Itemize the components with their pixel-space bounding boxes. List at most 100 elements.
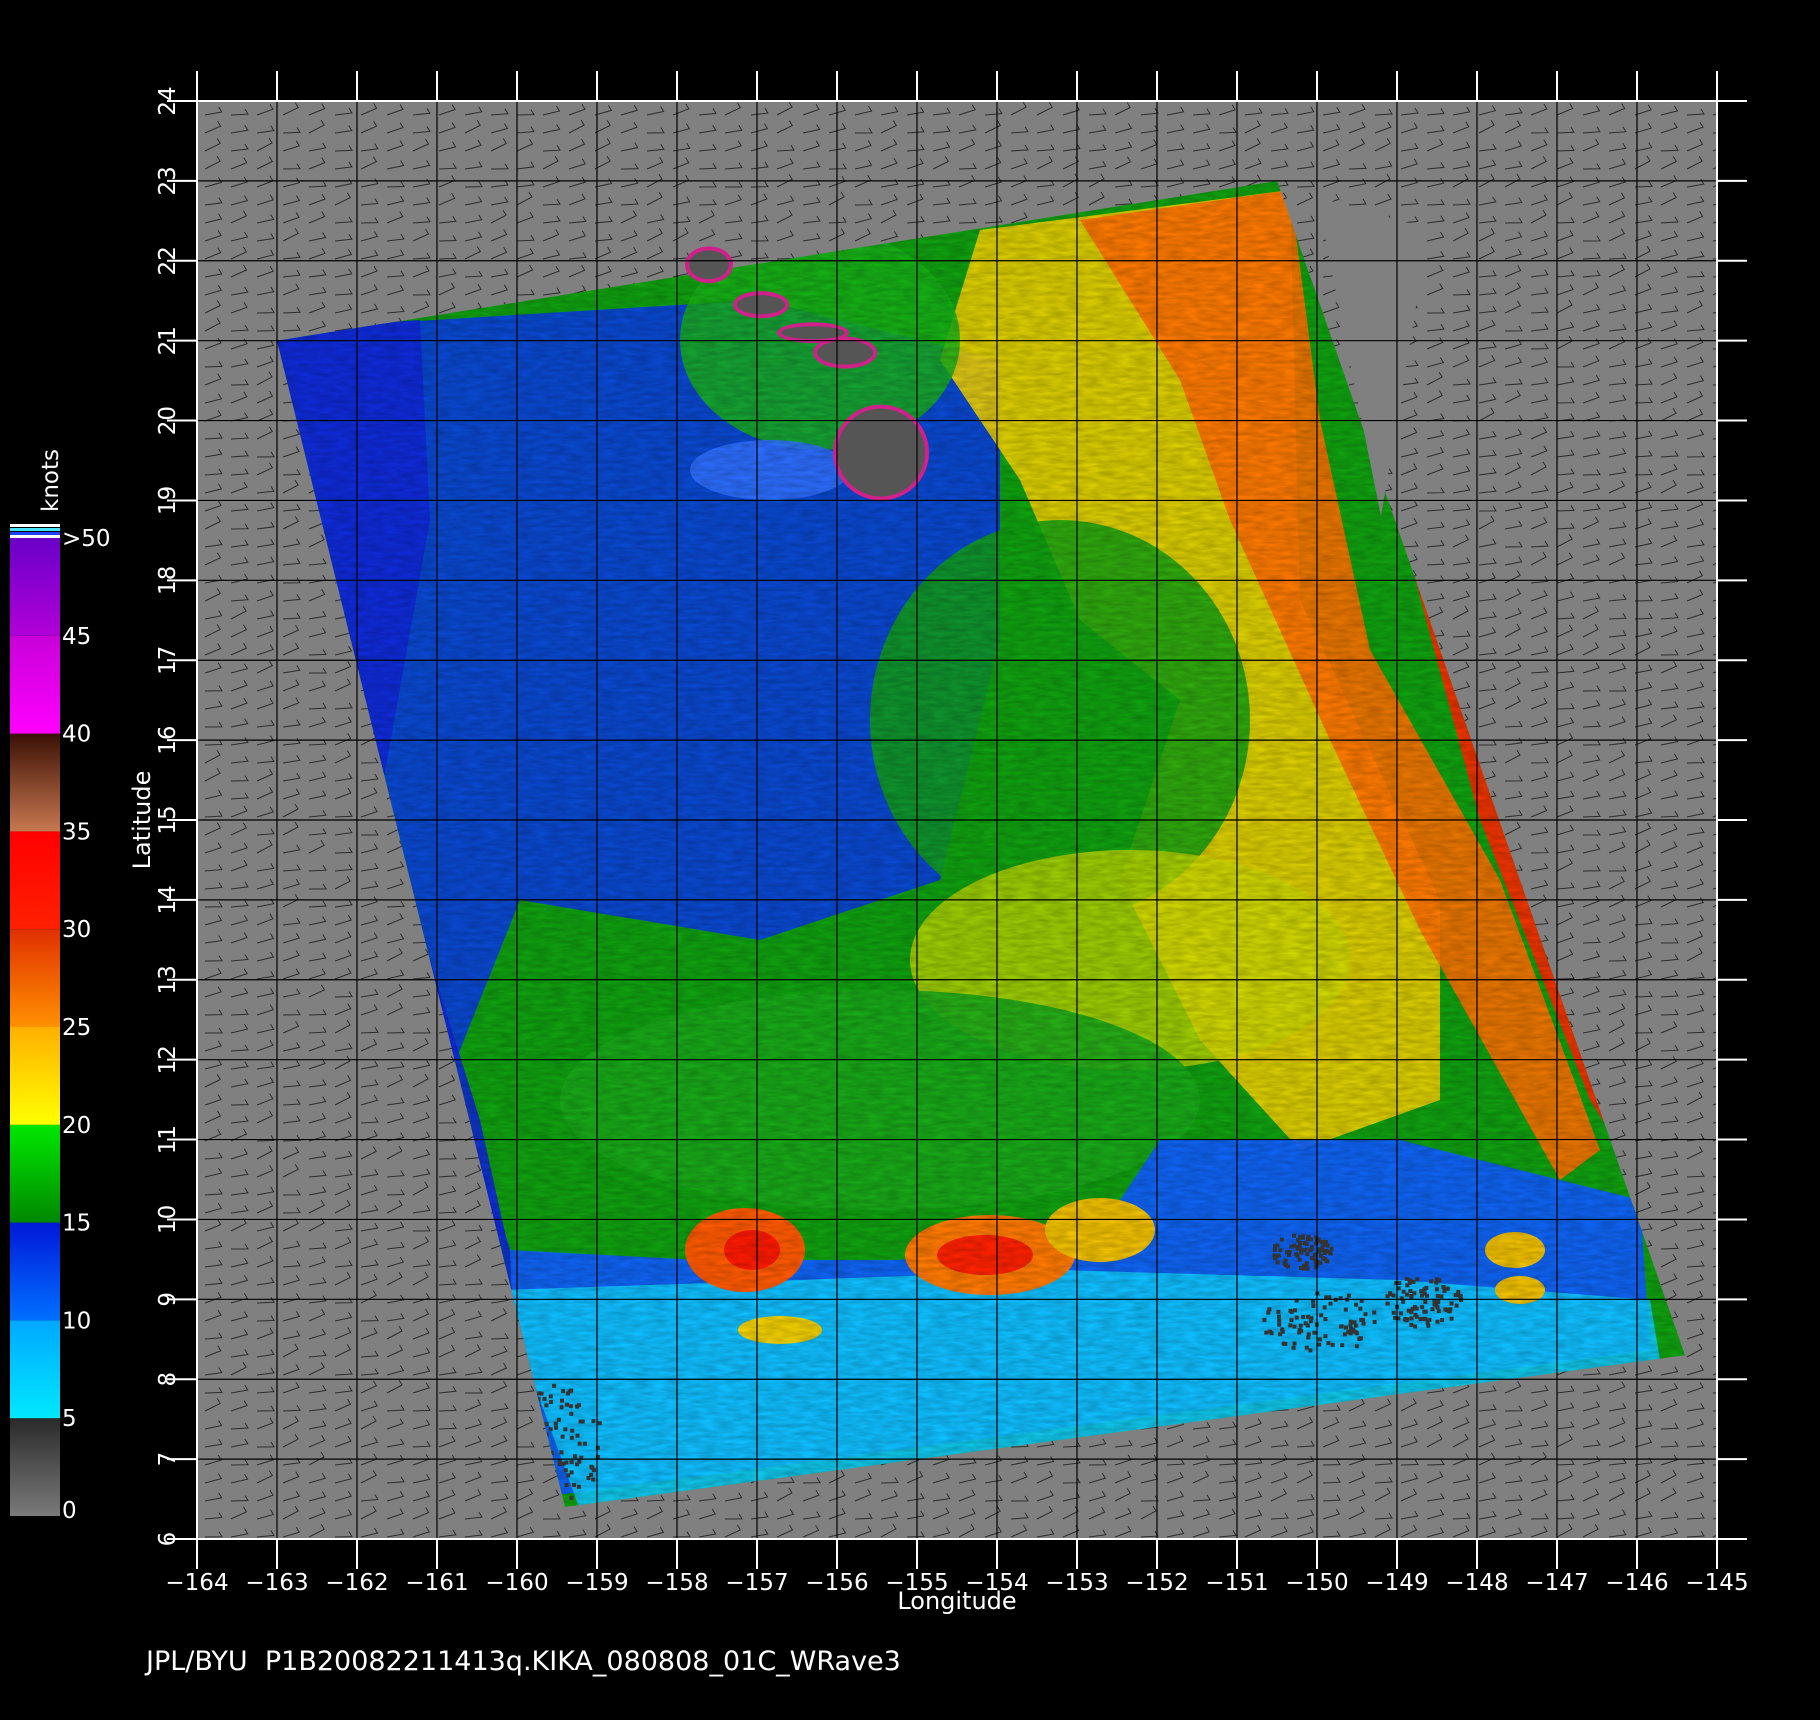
rain-flag-pixel <box>1440 1318 1445 1323</box>
rain-flag-pixel <box>575 1433 580 1438</box>
rain-flag-pixel <box>566 1391 570 1396</box>
rain-flag-pixel <box>1292 1324 1297 1329</box>
rain-flag-pixel <box>1352 1320 1357 1325</box>
rain-flag-pixel <box>1301 1314 1306 1319</box>
rain-flag-pixel <box>572 1483 576 1487</box>
rain-flag-pixel <box>1413 1313 1418 1317</box>
rain-flag-pixel <box>1354 1302 1359 1307</box>
rain-flag-pixel <box>1407 1278 1412 1283</box>
rain-flag-pixel <box>1458 1293 1463 1298</box>
rain-flag-pixel <box>1372 1320 1377 1324</box>
rain-flag-pixel <box>544 1422 549 1426</box>
rain-flag-pixel <box>1436 1309 1441 1314</box>
rain-flag-pixel <box>1459 1298 1464 1302</box>
rain-flag-pixel <box>1280 1329 1285 1334</box>
rain-flag-pixel <box>1358 1306 1363 1311</box>
rain-flag-pixel <box>561 1389 566 1394</box>
scatterometer-wind-map: −164 −163 −162 −161 −160 −159 −158 −157 −156 −155… <box>10 71 1749 1615</box>
rain-flag-pixel <box>563 1468 568 1473</box>
rain-flag-pixel <box>1420 1305 1425 1310</box>
rain-flag-pixel <box>556 1417 561 1422</box>
rain-flag-pixel <box>577 1441 582 1446</box>
rain-flag-pixel <box>1409 1294 1414 1298</box>
rain-flag-pixel <box>1262 1317 1267 1322</box>
rain-flag-pixel <box>1354 1344 1359 1349</box>
rain-flag-pixel <box>575 1462 580 1467</box>
rain-flag-pixel <box>560 1398 564 1403</box>
rain-flag-pixel <box>1276 1314 1281 1319</box>
rain-flag-pixel <box>1288 1323 1293 1328</box>
rain-flag-pixel <box>1348 1319 1353 1324</box>
rain-flag-pixel <box>573 1454 577 1459</box>
rain-flag-pixel <box>1401 1289 1406 1294</box>
rain-flag-pixel <box>1293 1308 1297 1313</box>
rain-flag-pixel <box>1397 1281 1402 1285</box>
rain-flag-pixel <box>1408 1289 1413 1293</box>
rain-flag-pixel <box>1298 1323 1303 1328</box>
rain-flag-pixel <box>1401 1299 1406 1304</box>
rain-flag-pixel <box>1340 1343 1345 1348</box>
rain-flag-pixel <box>1405 1283 1410 1288</box>
rain-flag-pixel <box>1297 1330 1302 1335</box>
rain-flag-pixel <box>1308 1348 1313 1353</box>
rain-flag-pixel <box>1322 1305 1327 1310</box>
rain-flag-pixel <box>1292 1341 1297 1346</box>
rain-flag-pixel <box>1445 1286 1450 1291</box>
rain-flag-pixel <box>557 1462 562 1467</box>
rain-flag-pixel <box>1277 1318 1282 1323</box>
rain-flag-pixel <box>1409 1322 1414 1327</box>
rain-flag-pixel <box>1456 1289 1461 1294</box>
rain-flag-pixel <box>1343 1307 1348 1312</box>
rain-flag-pixel <box>1348 1323 1353 1328</box>
rain-flag-pixel <box>1439 1294 1444 1299</box>
rain-flag-pixel <box>549 1400 553 1404</box>
rain-flag-pixel <box>1309 1316 1314 1321</box>
rain-flag-pixel <box>1391 1310 1396 1315</box>
rain-flag-pixel <box>1288 1308 1293 1313</box>
rain-flag-pixel <box>568 1404 573 1409</box>
rain-flag-pixel <box>1449 1316 1454 1321</box>
rain-flag-pixel <box>1437 1278 1442 1283</box>
rain-flag-pixel <box>1418 1317 1423 1322</box>
rain-flag-pixel <box>1311 1304 1316 1308</box>
rain-flag-pixel <box>1323 1334 1328 1339</box>
rain-flag-pixel <box>1326 1341 1331 1346</box>
rain-flag-pixel <box>1434 1287 1439 1292</box>
rain-flag-pixel <box>1319 1313 1324 1318</box>
rain-flag-pixel <box>563 1427 568 1432</box>
rain-flag-pixel <box>1427 1317 1432 1322</box>
rain-flag-pixel <box>1353 1330 1358 1335</box>
rain-flag-pixel <box>1435 1294 1440 1299</box>
rain-flag-pixel <box>1423 1300 1428 1304</box>
rain-flag-pixel <box>1347 1329 1352 1334</box>
rain-flag-pixel <box>1372 1310 1377 1315</box>
rain-flag-pixel <box>560 1434 565 1439</box>
rain-flag-pixel <box>1414 1306 1419 1311</box>
rain-flag-pixel <box>1423 1317 1428 1321</box>
rain-flag-pixel <box>1415 1277 1420 1282</box>
rain-flag-pixel <box>1312 1330 1317 1335</box>
rain-flag-pixel <box>1328 1301 1333 1306</box>
rain-flag-pixel <box>1430 1307 1435 1312</box>
rain-flag-pixel <box>1306 1335 1311 1340</box>
rain-flag-pixel <box>1311 1299 1316 1304</box>
rain-flag-pixel <box>544 1403 549 1408</box>
rain-flag-pixel <box>1304 1345 1309 1350</box>
rain-flag-pixel <box>1317 1337 1322 1342</box>
rain-flag-pixel <box>1361 1321 1366 1326</box>
rain-flag-pixel <box>539 1391 544 1396</box>
rain-flag-pixel <box>1385 1301 1390 1306</box>
rain-flag-pixel <box>1422 1309 1427 1314</box>
rain-flag-pixel <box>1303 1321 1308 1326</box>
rain-flag-pixel <box>1422 1291 1427 1296</box>
rain-flag-pixel <box>1409 1316 1414 1321</box>
rain-flag-pixel <box>1447 1309 1452 1314</box>
rain-flag-pixel <box>1357 1336 1362 1341</box>
rain-flag-pixel <box>553 1421 558 1426</box>
rain-flag-pixel <box>1266 1310 1271 1315</box>
rain-flag-pixel <box>1398 1311 1403 1316</box>
rain-flag-pixel <box>1441 1285 1446 1289</box>
rain-flag-pixel <box>586 1476 591 1480</box>
rain-flag-pixel <box>559 1405 564 1410</box>
rain-flag-pixel <box>1330 1342 1335 1347</box>
